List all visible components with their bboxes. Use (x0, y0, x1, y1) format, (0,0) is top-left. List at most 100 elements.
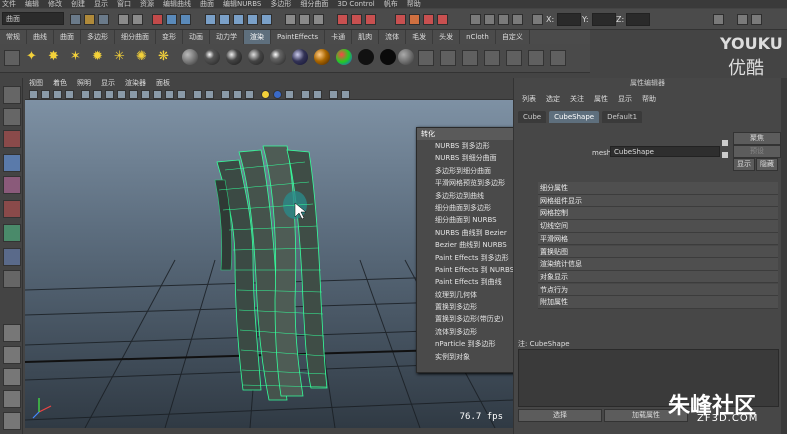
ipr-shelf-icon[interactable] (506, 50, 522, 66)
render-layer-shelf-icon[interactable] (550, 50, 566, 66)
black-ball-icon[interactable] (358, 49, 374, 65)
use-all-lights-icon[interactable] (261, 90, 270, 99)
lambert-ball-icon[interactable] (182, 49, 198, 65)
rotate-tool-icon[interactable] (3, 176, 21, 194)
history-icon[interactable] (285, 14, 296, 25)
color-ball-icon[interactable] (336, 49, 352, 65)
snap-curve-icon[interactable] (219, 14, 230, 25)
gate-mask-icon[interactable] (117, 90, 126, 99)
attr-section-header[interactable]: 网格控制 (538, 207, 778, 220)
attr-menu-item[interactable]: 帮助 (642, 94, 656, 104)
hypershade-shelf-icon[interactable] (440, 50, 456, 66)
menu-item[interactable]: 3D Control (337, 0, 374, 8)
shelf-tab[interactable]: 肌肉 (352, 30, 380, 44)
grid-icon[interactable] (81, 90, 90, 99)
persp-outliner-layout-icon[interactable] (3, 368, 21, 386)
menu-item[interactable]: 文件 (2, 0, 16, 8)
image-plane-icon[interactable] (65, 90, 74, 99)
lighting-icon[interactable] (233, 90, 242, 99)
menu-item[interactable]: 窗口 (117, 0, 131, 8)
film-gate-icon[interactable] (93, 90, 102, 99)
menu-item[interactable]: 编辑曲线 (163, 0, 191, 8)
lock-icon[interactable] (532, 14, 543, 25)
shelf-tab[interactable]: 变形 (156, 30, 183, 44)
shadows-icon[interactable] (245, 90, 254, 99)
abs-transform-icon[interactable] (484, 14, 495, 25)
y-field[interactable] (592, 13, 616, 26)
attr-section-header[interactable]: 对象显示 (538, 270, 778, 284)
ramp-ball-icon[interactable] (314, 49, 330, 65)
render-settings-icon[interactable] (365, 14, 376, 25)
right-scroll-strip[interactable] (781, 78, 787, 434)
menu-item[interactable]: 显示 (94, 0, 108, 8)
attr-section-header[interactable]: 附加属性 (538, 296, 778, 309)
render-view-icon[interactable] (409, 14, 420, 25)
shelf-tab[interactable]: 常规 (0, 30, 27, 44)
menu-item[interactable]: 修改 (48, 0, 62, 8)
attr-section-header[interactable]: 置换贴图 (538, 245, 778, 258)
camera-attributes-icon[interactable] (29, 90, 38, 99)
last-tool-icon[interactable] (3, 270, 21, 288)
attr-tab[interactable]: Cube (518, 111, 547, 123)
attr-menu-item[interactable]: 关注 (570, 94, 584, 104)
shelf-tab[interactable]: 卡通 (325, 30, 353, 44)
attr-menu-item[interactable]: 选定 (546, 94, 560, 104)
menu-item[interactable]: 帆布 (384, 0, 398, 8)
attr-menu-item[interactable]: 属性 (594, 94, 608, 104)
mesh-name-field[interactable]: CubeShape (610, 146, 720, 157)
xray-icon[interactable] (205, 90, 214, 99)
point-light-icon[interactable]: ✦ (26, 50, 40, 64)
attr-tab[interactable]: CubeShape (549, 111, 600, 123)
attr-tab[interactable]: Default1 (602, 111, 643, 123)
shelf-tab[interactable]: PaintEffects (271, 30, 326, 44)
snap-grid-icon[interactable] (205, 14, 216, 25)
spot-light-icon-2[interactable]: ❋ (158, 50, 172, 64)
pick-mask-icon[interactable] (166, 14, 177, 25)
attr-section-header[interactable]: 细分属性 (538, 182, 778, 195)
new-scene-icon[interactable] (70, 14, 81, 25)
render-globals-icon[interactable] (437, 14, 448, 25)
xray-joints-icon[interactable] (313, 90, 322, 99)
shelf-menu-icon[interactable] (4, 50, 20, 66)
select-button[interactable]: 选择 (518, 409, 602, 422)
snapshot-shelf-icon[interactable] (528, 50, 544, 66)
attr-menu-item[interactable]: 列表 (522, 94, 536, 104)
attr-section-header[interactable]: 节点行为 (538, 283, 778, 297)
phong-ball-icon[interactable] (226, 49, 242, 65)
sidebar-toggle-icon[interactable] (713, 14, 724, 25)
attr-section-header[interactable]: 平滑网格 (538, 232, 778, 246)
area-light-icon[interactable]: ✳ (114, 50, 128, 64)
snap-view-icon[interactable] (247, 14, 258, 25)
shelf-tab[interactable]: 流体 (379, 30, 407, 44)
attr-menu-item[interactable]: 显示 (618, 94, 632, 104)
panel-menu-item[interactable]: 着色 (53, 78, 67, 88)
select-mask-icon[interactable] (152, 14, 163, 25)
shelf-tab[interactable]: 自定义 (496, 30, 530, 44)
soft-mod-tool-icon[interactable] (3, 248, 21, 266)
channel-box-icon[interactable] (737, 14, 748, 25)
focus-button[interactable]: 聚焦 (733, 132, 781, 145)
persp-graph-layout-icon[interactable] (3, 390, 21, 408)
directional-light-icon[interactable]: ✶ (70, 50, 84, 64)
save-icon[interactable] (98, 14, 109, 25)
shelf-tab[interactable]: 动力学 (210, 30, 244, 44)
four-view-layout-icon[interactable] (3, 346, 21, 364)
volume-light-icon[interactable]: ✺ (136, 50, 150, 64)
attribute-editor-icon[interactable] (751, 14, 762, 25)
anisotropic-ball-icon[interactable] (270, 49, 286, 65)
hide-button[interactable]: 隐藏 (756, 158, 778, 171)
menu-item[interactable]: 资源 (140, 0, 154, 8)
blinn-ball-icon[interactable] (204, 49, 220, 65)
select-object-icon[interactable] (132, 14, 143, 25)
batch-render-icon[interactable] (423, 14, 434, 25)
render-view-shelf-icon[interactable] (418, 50, 434, 66)
input-line-icon[interactable] (470, 14, 481, 25)
shelf-tab[interactable]: 毛发 (406, 30, 434, 44)
panel-menu-item[interactable]: 渲染器 (125, 78, 146, 88)
wireframe-icon[interactable] (165, 90, 174, 99)
vertex-mask-icon[interactable] (180, 14, 191, 25)
safe-action-icon[interactable] (141, 90, 150, 99)
panel-menu-item[interactable]: 面板 (156, 78, 170, 88)
move-tool-icon[interactable] (3, 154, 21, 172)
high-quality-icon[interactable] (285, 90, 294, 99)
